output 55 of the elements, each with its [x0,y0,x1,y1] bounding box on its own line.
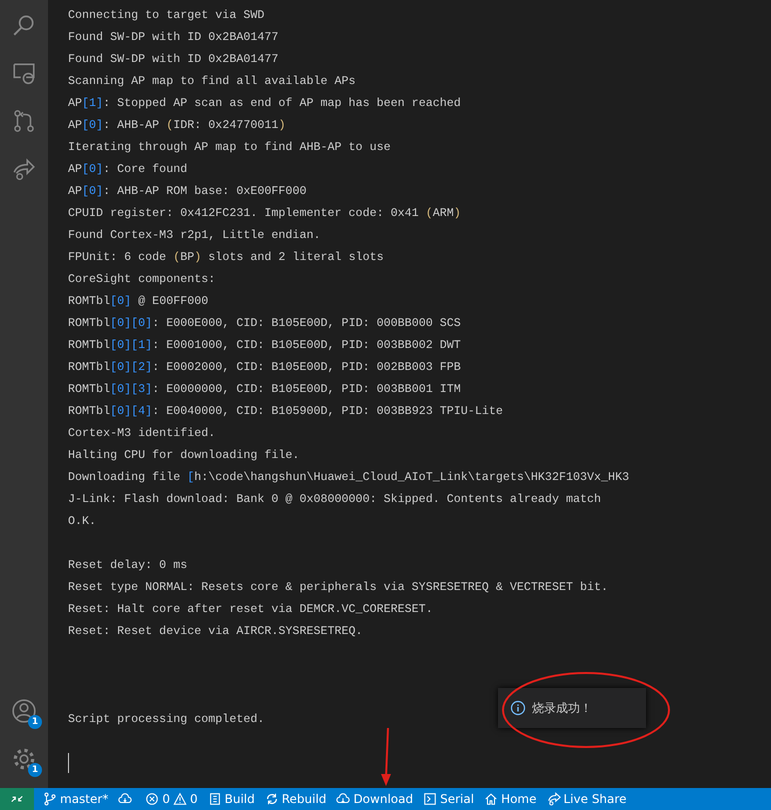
cloud-icon [118,792,132,806]
notification-badge: 1 [28,763,42,777]
account-icon[interactable] [11,698,37,724]
settings-icon[interactable] [11,746,37,772]
terminal-line: O.K. [68,513,98,530]
warning-icon [172,792,187,806]
terminal-line: AP[0]: AHB-AP (IDR: 0x24770011) [68,117,286,134]
terminal-line: ROMTbl[0][1]: E0001000, CID: B105E00D, PID: 003BB002 DWT [68,337,462,354]
notification-badge: 1 [28,715,42,729]
cloud-download-icon [336,792,350,806]
terminal-line: Reset: Reset device via AIRCR.SYSRESETREQ. [68,623,364,640]
notification-message: 烧录成功！ [532,700,592,716]
terminal-line: Reset type NORMAL: Resets core & peripherals via SYSRESETREQ & VECTRESET bit. [68,579,610,596]
terminal-line: Scanning AP map to find all available APs [68,73,357,90]
terminal-line: ROMTbl[0][4]: E0040000, CID: B105900D, PID: 003BB923 TPIU-Lite [68,403,504,420]
terminal-line: ROMTbl[0][0]: E000E000, CID: B105E00D, PID: 000BB000 SCS [68,315,462,332]
text-cursor [68,752,69,773]
terminal-line: ROMTbl[0][3]: E0000000, CID: B105E00D, PID: 003BB001 ITM [68,381,462,398]
terminal-line: J-Link: Flash download: Bank 0 @ 0x08000000: Skipped. Contents already match [68,491,602,508]
terminal-line: AP[0]: AHB-AP ROM base: 0xE00FF000 [68,183,308,200]
download-button[interactable]: Download [331,788,418,810]
terminal-line: AP[1]: Stopped AP scan as end of AP map has been reached [68,95,462,112]
annotation-arrow [379,728,393,786]
error-icon [145,792,160,806]
serial-button[interactable]: Serial [418,788,480,810]
share-icon [546,792,560,806]
rebuild-button[interactable]: Rebuild [260,788,332,810]
branch-icon [43,792,57,806]
terminal-line: Halting CPU for downloading file. [68,447,300,464]
share-button[interactable]: Live Share [542,788,632,810]
terminal-line: Found SW-DP with ID 0x2BA01477 [68,51,280,68]
terminal-icon [423,792,438,806]
branch-button[interactable]: master* [38,788,114,810]
terminal-line: Connecting to target via SWD [68,7,266,24]
terminal-line: ROMTbl[0] @ E00FF000 [68,293,210,310]
remote-button[interactable] [0,788,34,810]
terminal-line: AP[0]: Core found [68,161,188,178]
terminal-line: CPUID register: 0x412FC231. Implementer code: 0x41 (ARM) [68,205,462,222]
terminal-line: Cortex-M3 identified. [68,425,216,442]
terminal-line: Downloading file [h:\code\hangshun\Huawei_Cloud_AIoT_Link\targets\HK32F103Vx_HK3 [68,469,630,486]
terminal-line: Found SW-DP with ID 0x2BA01477 [68,29,280,46]
home-icon [484,792,498,806]
terminal-line: ROMTbl[0][2]: E0002000, CID: B105E00D, PID: 002BB003 FPB [68,359,462,376]
refresh-icon [264,792,279,806]
problems-button[interactable]: 0 0 [140,788,203,810]
terminal-line: Found Cortex-M3 r2p1, Little endian. [68,227,322,244]
terminal-line: Reset: Halt core after reset via DEMCR.VC_CORERESET. [68,601,434,618]
share-arrow-icon[interactable] [11,156,37,182]
build-button[interactable]: Build [202,788,260,810]
terminal-line: Reset delay: 0 ms [68,557,188,574]
terminal-line: FPUnit: 6 code (BP) slots and 2 literal slots [68,249,385,266]
terminal-line: Iterating through AP map to find AHB-AP to use [68,139,392,156]
info-icon [510,700,526,716]
terminal-line: CoreSight components: [68,271,216,288]
home-button[interactable]: Home [479,788,542,810]
